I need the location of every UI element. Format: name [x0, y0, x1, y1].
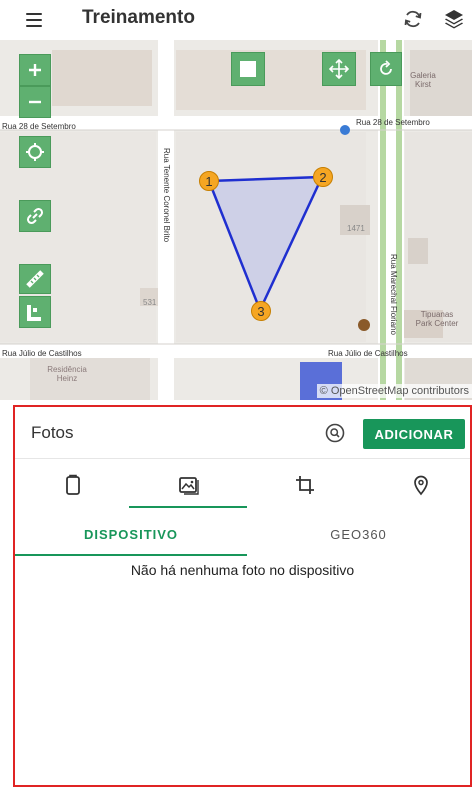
active-tab-indicator: [15, 554, 247, 556]
add-button[interactable]: ADICIONAR: [363, 419, 465, 449]
street-label: Rua 28 de Setembro: [356, 118, 430, 127]
place-label: 1471: [347, 224, 365, 233]
locate-button[interactable]: [19, 136, 51, 168]
vertex-label: 1: [205, 173, 213, 189]
vertex-marker[interactable]: 1: [199, 171, 219, 191]
active-tab-indicator: [129, 506, 247, 508]
street-label: Rua Júlio de Castilhos: [328, 349, 408, 358]
photos-panel-header: Fotos ADICIONAR: [15, 407, 470, 459]
image-icon: [179, 477, 199, 495]
move-icon: [328, 58, 350, 80]
vertex-label: 2: [319, 169, 327, 185]
photos-panel: Fotos ADICIONAR DISPOSITIVO GEO360 Não h…: [13, 405, 472, 787]
app-bar: Treinamento: [0, 0, 472, 40]
search-icon[interactable]: [324, 422, 346, 444]
street-label: Rua 28 de Setembro: [2, 122, 76, 131]
move-button[interactable]: [322, 52, 356, 86]
empty-state-message: Não há nenhuma foto no dispositivo: [130, 562, 355, 578]
plus-icon: [29, 64, 41, 76]
clipboard-icon: [66, 474, 80, 495]
tab-clipboard[interactable]: [15, 459, 131, 511]
rotate-button[interactable]: [370, 52, 402, 86]
menu-icon[interactable]: [26, 10, 46, 30]
page-title: Treinamento: [82, 7, 195, 28]
place-label: Residência Heinz: [47, 365, 87, 383]
place-label: Tipuanas Park Center: [415, 310, 459, 328]
measure-button[interactable]: [19, 264, 51, 294]
street-label: Rua Marechal Floriano: [389, 254, 398, 335]
tab-image[interactable]: [131, 459, 247, 511]
tab-dispositivo[interactable]: DISPOSITIVO: [15, 511, 247, 557]
street-label: Rua Tenente Coronel Brito: [162, 148, 171, 243]
tab-geo360[interactable]: GEO360: [247, 511, 470, 557]
location-icon: [414, 475, 428, 496]
map-view[interactable]: Rua 28 de Setembro Rua 28 de Setembro Ru…: [0, 40, 472, 400]
storage-tabs: DISPOSITIVO GEO360: [15, 511, 470, 557]
map-canvas: [0, 40, 472, 400]
link-tool-button[interactable]: [19, 200, 51, 232]
panel-title: Fotos: [31, 423, 74, 442]
street-label: Rua Júlio de Castilhos: [2, 349, 82, 358]
area-ruler-icon: [27, 305, 41, 321]
crop-icon: [296, 476, 314, 494]
rotate-icon: [380, 60, 392, 75]
draw-area-button[interactable]: [231, 52, 265, 86]
photo-source-tabs: [15, 459, 470, 511]
tab-crop[interactable]: [247, 459, 363, 511]
map-attribution[interactable]: © OpenStreetMap contributors: [316, 384, 472, 398]
ruler-icon: [26, 270, 44, 288]
tab-location[interactable]: [363, 459, 472, 511]
zoom-in-button[interactable]: [19, 54, 51, 86]
minus-icon: [29, 100, 41, 104]
area-measure-button[interactable]: [19, 296, 51, 328]
place-label: Galeria Kirst: [410, 71, 436, 89]
vertex-marker[interactable]: 3: [251, 301, 271, 321]
place-label: 531: [143, 298, 157, 307]
vertex-label: 3: [257, 303, 265, 319]
square-icon: [240, 61, 256, 77]
link-icon: [26, 207, 44, 225]
vertex-marker[interactable]: 2: [313, 167, 333, 187]
layers-icon[interactable]: [442, 7, 466, 31]
sync-icon[interactable]: [401, 7, 425, 31]
zoom-out-button[interactable]: [19, 86, 51, 118]
crosshair-icon: [26, 143, 44, 161]
